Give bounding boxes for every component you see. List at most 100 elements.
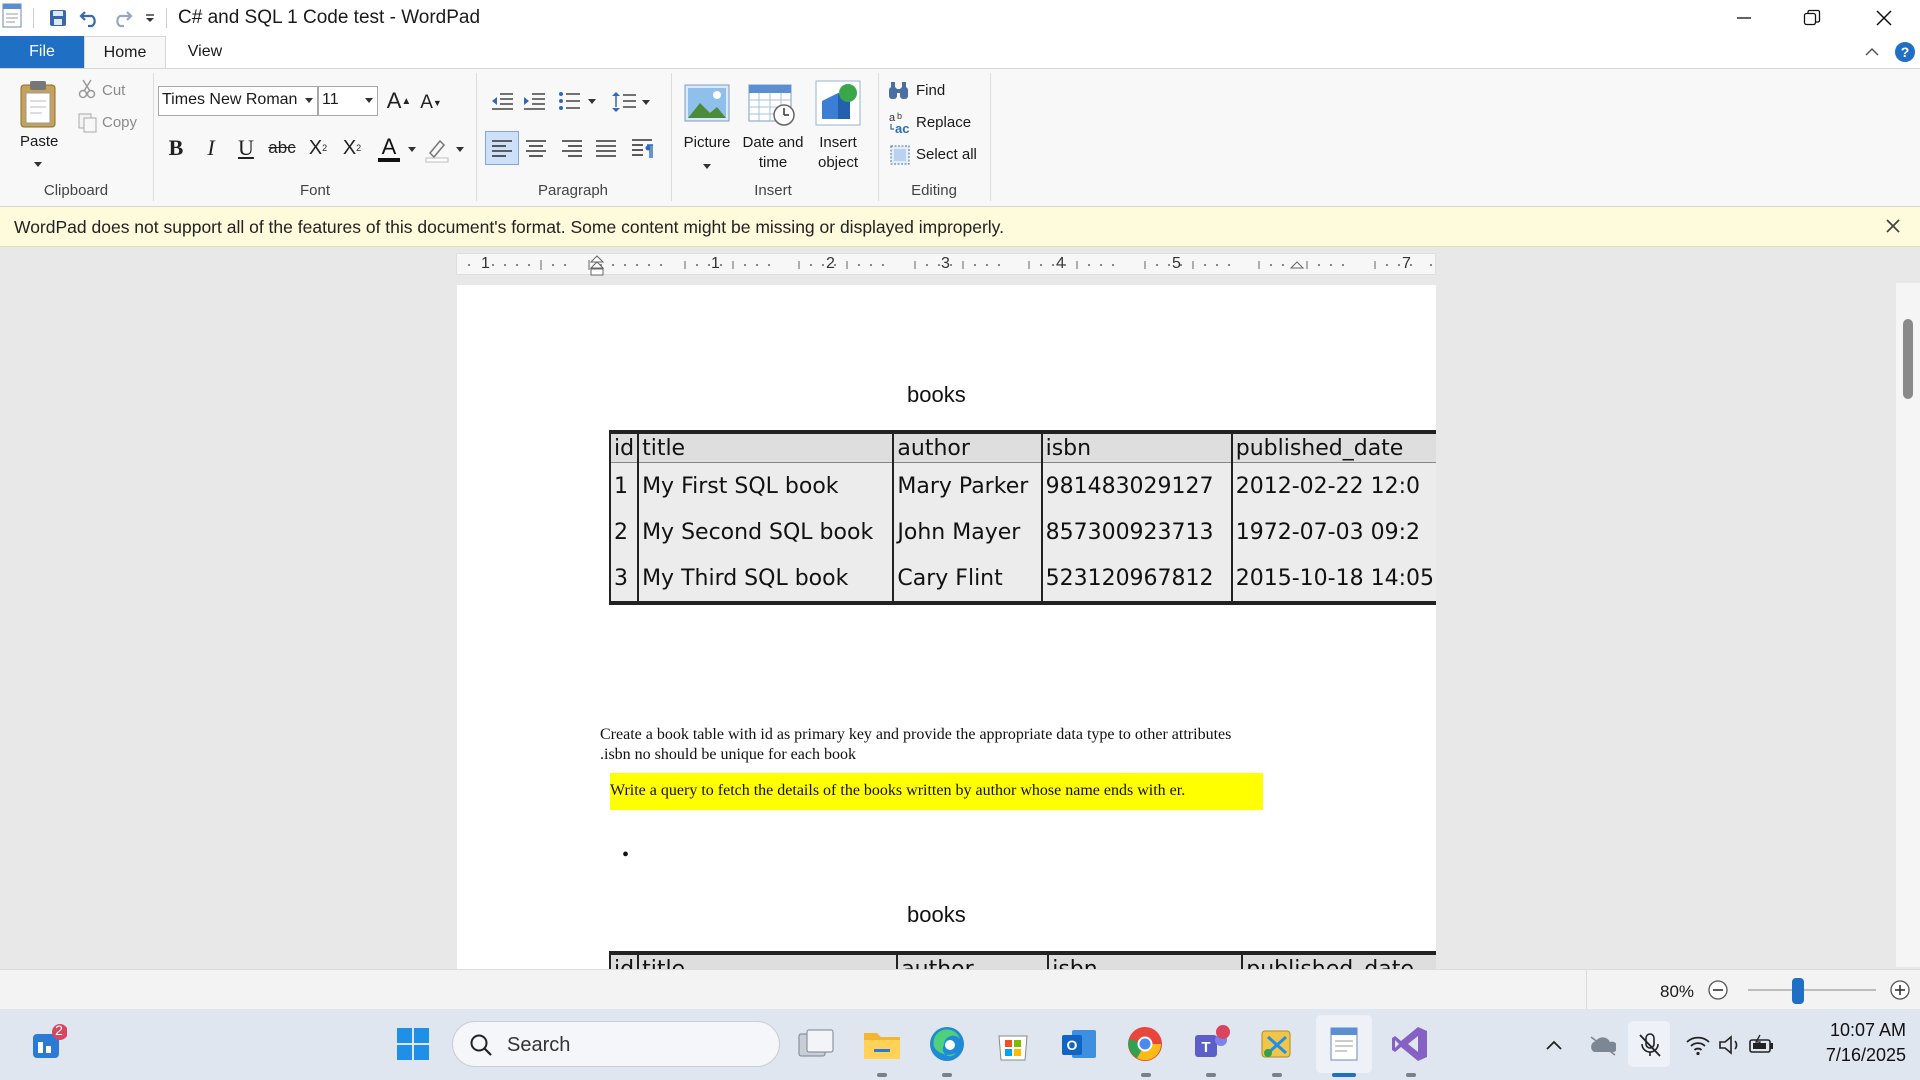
italic-icon[interactable]: I [196, 133, 226, 163]
instruction-paragraph: Create a book table with id as primary k… [600, 726, 1232, 763]
picture-button[interactable]: Picture [676, 133, 738, 153]
close-button[interactable] [1854, 0, 1914, 36]
paragraph-settings-icon[interactable] [631, 137, 655, 164]
insert-object-icon[interactable] [814, 79, 862, 132]
ruler-number: 1 [481, 255, 490, 272]
table-header-cell: author [892, 430, 1043, 463]
picture-dropdown-icon[interactable] [703, 157, 711, 175]
clock-time[interactable]: 10:07 AM [1810, 1020, 1906, 1041]
start-icon[interactable] [390, 1021, 436, 1067]
tab-file[interactable]: File [0, 36, 84, 68]
clock-date[interactable]: 7/16/2025 [1800, 1045, 1906, 1066]
paste-button[interactable]: Paste [20, 133, 58, 150]
divider [33, 8, 34, 28]
task-view-icon[interactable] [793, 1021, 839, 1067]
visual-studio-icon[interactable] [1387, 1021, 1433, 1067]
snipping-tool-icon[interactable] [1254, 1021, 1300, 1067]
redo-icon[interactable] [110, 6, 134, 30]
find-icon[interactable] [888, 81, 910, 106]
edge-icon[interactable] [924, 1021, 970, 1067]
ruler-number: 1 [711, 255, 720, 272]
ruler[interactable]: 1 1 2 3 4 5 7 [456, 253, 1436, 276]
tab-home[interactable]: Home [84, 36, 166, 69]
justify-icon[interactable] [595, 139, 617, 162]
divider [1586, 970, 1587, 1010]
font-size-select[interactable]: 11 [318, 86, 378, 116]
window-title: C# and SQL 1 Code test - WordPad [178, 7, 481, 28]
date-time-icon[interactable] [748, 81, 798, 132]
font-family-value: Times New Roman [162, 91, 298, 108]
grow-font-icon[interactable]: A ▲ [384, 86, 414, 116]
decrease-indent-icon[interactable] [490, 91, 514, 116]
taskbar-search[interactable]: Search [452, 1021, 780, 1067]
find-button[interactable]: Find [916, 82, 945, 99]
battery-icon[interactable] [1748, 1031, 1776, 1059]
table-cell: My Third SQL book [637, 555, 895, 605]
date-time-button[interactable]: Date and time [738, 133, 808, 173]
show-hidden-icons-chevron-icon[interactable] [1540, 1031, 1568, 1059]
bullet-list-icon[interactable] [558, 91, 602, 116]
wordpad-taskbar-icon[interactable] [1321, 1021, 1367, 1067]
align-center-icon[interactable] [525, 139, 547, 162]
microsoft-store-icon[interactable] [990, 1021, 1036, 1067]
volume-icon[interactable] [1716, 1031, 1744, 1059]
increase-indent-icon[interactable] [522, 91, 546, 116]
select-all-button[interactable]: Select all [916, 146, 977, 163]
superscript-icon[interactable]: X2 [337, 133, 367, 163]
zoom-slider-thumb[interactable] [1792, 978, 1804, 1004]
minimize-button[interactable] [1714, 0, 1774, 36]
paste-icon[interactable] [18, 79, 60, 129]
table-cell: Cary Flint [892, 555, 1043, 605]
zoom-out-icon[interactable] [1708, 980, 1728, 1005]
subscript-icon[interactable]: X2 [303, 133, 333, 163]
align-right-icon[interactable] [561, 139, 583, 162]
wordpad-app-icon[interactable] [0, 3, 24, 28]
strikethrough-icon[interactable]: abc [267, 133, 297, 163]
restore-button[interactable] [1782, 0, 1842, 36]
underline-icon[interactable]: U [231, 133, 261, 163]
insert-object-button[interactable]: Insert object [808, 133, 868, 173]
infobar-close-icon[interactable] [1880, 213, 1906, 239]
align-left-button[interactable] [485, 131, 519, 165]
picture-icon[interactable] [684, 83, 730, 128]
copy-icon[interactable] [78, 113, 98, 138]
collapse-ribbon-icon[interactable] [1860, 40, 1884, 64]
svg-text:T: T [1201, 1039, 1210, 1056]
document-page[interactable]: books id title author isbn published_dat… [457, 285, 1436, 969]
select-all-icon[interactable] [890, 145, 910, 170]
paste-dropdown-icon[interactable] [34, 155, 42, 173]
undo-icon[interactable] [78, 6, 102, 30]
tab-view[interactable]: View [170, 36, 240, 68]
customize-quick-access-icon[interactable] [138, 6, 162, 30]
outlook-icon[interactable]: O [1056, 1021, 1102, 1067]
replace-button[interactable]: Replace [916, 114, 971, 131]
chrome-icon[interactable] [1122, 1021, 1168, 1067]
insert-group-label: Insert [754, 182, 792, 199]
teams-icon[interactable]: T [1188, 1021, 1234, 1067]
search-placeholder: Search [507, 1034, 571, 1056]
cut-icon[interactable] [78, 79, 96, 104]
cut-button[interactable]: Cut [102, 82, 125, 99]
microphone-muted-icon[interactable] [1636, 1031, 1664, 1059]
vertical-scrollbar[interactable] [1896, 283, 1920, 967]
running-indicator [1141, 1073, 1151, 1077]
help-icon[interactable]: ? [1893, 40, 1917, 64]
wifi-icon[interactable] [1684, 1031, 1712, 1059]
shrink-font-icon[interactable]: A ▼ [416, 88, 446, 118]
font-family-select[interactable]: Times New Roman [158, 86, 318, 116]
save-icon[interactable] [46, 6, 70, 30]
scrollbar-thumb[interactable] [1903, 319, 1913, 399]
onedrive-icon[interactable] [1588, 1031, 1616, 1059]
font-color-icon[interactable]: A [376, 134, 418, 170]
table-row: 1 My First SQL book Mary Parker 98148302… [608, 462, 1436, 509]
copy-button[interactable]: Copy [102, 114, 137, 131]
line-spacing-icon[interactable] [612, 91, 652, 118]
replace-icon[interactable]: a b ac [888, 111, 914, 140]
bold-icon[interactable]: B [161, 133, 191, 163]
divider [671, 73, 672, 201]
file-explorer-icon[interactable] [859, 1021, 905, 1067]
zoom-slider[interactable] [1748, 989, 1876, 991]
table-row: 2 My Second SQL book John Mayer 85730092… [608, 509, 1436, 555]
highlight-color-icon[interactable] [424, 135, 466, 170]
zoom-in-icon[interactable] [1890, 980, 1910, 1005]
